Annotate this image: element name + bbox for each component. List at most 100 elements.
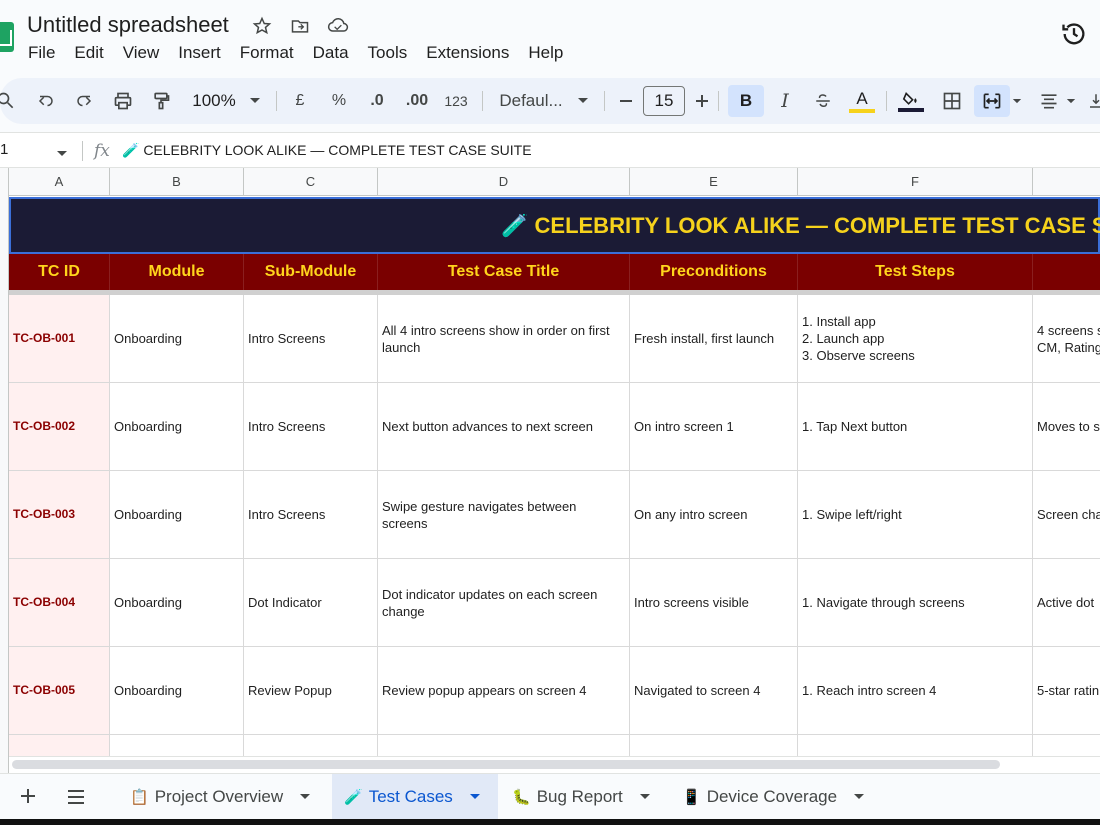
cell-tc-id[interactable]: TC-OB-002 — [9, 383, 110, 470]
column-header-d[interactable]: D — [378, 168, 630, 196]
cell-tc-id[interactable]: TC-OB-003 — [9, 471, 110, 558]
cell-module[interactable]: Onboarding — [110, 647, 244, 734]
text-color-button[interactable]: A — [846, 85, 878, 117]
column-header-b[interactable]: B — [110, 168, 244, 196]
header-preconditions[interactable]: Preconditions — [630, 254, 798, 290]
sheet-tab-project-overview[interactable]: 📋 Project Overview — [118, 774, 328, 820]
cell-sub-module[interactable]: Intro Screens — [244, 295, 378, 382]
cell-tc-id[interactable]: TC-OB-005 — [9, 647, 110, 734]
name-box[interactable]: 1 — [0, 141, 8, 158]
cell-title[interactable]: Next button advances to next screen — [378, 383, 630, 470]
bold-button[interactable]: B — [728, 85, 764, 117]
sheet-tab-bug-report[interactable]: 🐛 Bug Report — [500, 774, 666, 820]
cell-expected[interactable]: Moves to s — [1033, 383, 1100, 470]
header-test-case-title[interactable]: Test Case Title — [378, 254, 630, 290]
cell-tc-id[interactable]: TC-OB-001 — [9, 295, 110, 382]
cell-module[interactable] — [110, 735, 244, 756]
cell-preconditions[interactable]: Navigated to screen 4 — [630, 647, 798, 734]
column-header-a[interactable]: A — [9, 168, 110, 196]
cell-sub-module[interactable]: Dot Indicator — [244, 559, 378, 646]
menu-format[interactable]: Format — [240, 43, 303, 63]
horizontal-scrollbar-thumb[interactable] — [12, 760, 1000, 769]
name-box-caret-icon[interactable] — [56, 145, 68, 163]
more-formats-button[interactable]: 123 — [442, 85, 470, 117]
zoom-select[interactable]: 100% — [190, 85, 238, 117]
cloud-status-icon[interactable] — [326, 14, 350, 38]
borders-icon[interactable] — [938, 85, 966, 117]
fill-color-icon[interactable] — [896, 85, 926, 117]
menu-file[interactable]: File — [28, 43, 64, 63]
sheet-tab-caret-icon[interactable] — [469, 793, 481, 801]
percent-format-button[interactable]: % — [328, 85, 350, 117]
cell-tc-id[interactable] — [9, 735, 110, 756]
title-banner-cell[interactable]: 🧪 CELEBRITY LOOK ALIKE — COMPLETE TEST C… — [9, 197, 1100, 254]
font-size-input[interactable]: 15 — [642, 85, 686, 117]
align-caret-icon[interactable] — [1064, 85, 1078, 117]
column-header-f[interactable]: F — [798, 168, 1033, 196]
menu-help[interactable]: Help — [528, 43, 572, 63]
header-expected[interactable] — [1033, 254, 1100, 290]
sheet-tab-caret-icon[interactable] — [299, 793, 311, 801]
cell-title[interactable]: Swipe gesture navigates between screens — [378, 471, 630, 558]
merge-caret-icon[interactable] — [1010, 85, 1024, 117]
cell-module[interactable]: Onboarding — [110, 295, 244, 382]
spreadsheet-grid[interactable]: A B C D E F 🧪 CELEBRITY LOOK ALIKE — COM… — [0, 168, 1100, 773]
cell-expected[interactable]: 4 screens s CM, Rating — [1033, 295, 1100, 382]
version-history-icon[interactable] — [1060, 20, 1088, 48]
cell-test-steps[interactable] — [798, 735, 1033, 756]
menu-tools[interactable]: Tools — [368, 43, 417, 63]
cell-module[interactable]: Onboarding — [110, 383, 244, 470]
cell-expected[interactable]: Active dot — [1033, 559, 1100, 646]
cell-preconditions[interactable]: Fresh install, first launch — [630, 295, 798, 382]
currency-format-button[interactable]: £ — [290, 85, 310, 117]
merge-cells-icon[interactable] — [974, 85, 1010, 117]
formula-input[interactable]: 🧪 CELEBRITY LOOK ALIKE — COMPLETE TEST C… — [122, 142, 532, 159]
star-icon[interactable] — [250, 14, 274, 38]
cell-sub-module[interactable]: Intro Screens — [244, 471, 378, 558]
column-header-e[interactable]: E — [630, 168, 798, 196]
header-test-steps[interactable]: Test Steps — [798, 254, 1033, 290]
menu-edit[interactable]: Edit — [74, 43, 112, 63]
strikethrough-icon[interactable] — [810, 85, 836, 117]
cell-test-steps[interactable]: 1. Install app 2. Launch app 3. Observe … — [798, 295, 1033, 382]
sheet-tab-device-coverage[interactable]: 📱 Device Coverage — [670, 774, 880, 820]
menu-data[interactable]: Data — [313, 43, 358, 63]
cell-preconditions[interactable] — [630, 735, 798, 756]
vertical-align-icon[interactable] — [1086, 85, 1100, 117]
sheets-logo-icon[interactable] — [0, 22, 14, 52]
print-icon[interactable] — [110, 85, 136, 117]
cell-preconditions[interactable]: Intro screens visible — [630, 559, 798, 646]
increase-font-size-icon[interactable] — [690, 85, 714, 117]
cell-tc-id[interactable]: TC-OB-004 — [9, 559, 110, 646]
cell-expected[interactable]: Screen cha — [1033, 471, 1100, 558]
cell-preconditions[interactable]: On intro screen 1 — [630, 383, 798, 470]
font-caret-icon[interactable] — [574, 85, 592, 117]
all-sheets-menu-icon[interactable] — [66, 788, 86, 811]
cell-test-steps[interactable]: 1. Reach intro screen 4 — [798, 647, 1033, 734]
decrease-font-size-icon[interactable] — [614, 85, 638, 117]
cell-expected[interactable]: 5-star ratin — [1033, 647, 1100, 734]
cell-test-steps[interactable]: 1. Navigate through screens — [798, 559, 1033, 646]
row-header-gutter[interactable] — [0, 168, 9, 773]
move-folder-icon[interactable] — [288, 14, 312, 38]
add-sheet-icon[interactable] — [18, 786, 38, 811]
sheet-tab-test-cases[interactable]: 🧪 Test Cases — [332, 774, 498, 820]
cell-test-steps[interactable]: 1. Tap Next button — [798, 383, 1033, 470]
cell-sub-module[interactable] — [244, 735, 378, 756]
sheet-tab-caret-icon[interactable] — [853, 793, 865, 801]
menu-insert[interactable]: Insert — [178, 43, 230, 63]
cell-sub-module[interactable]: Review Popup — [244, 647, 378, 734]
decrease-decimal-button[interactable]: .0 — [364, 85, 390, 117]
sheet-tab-caret-icon[interactable] — [639, 793, 651, 801]
search-icon[interactable] — [0, 85, 18, 117]
cell-preconditions[interactable]: On any intro screen — [630, 471, 798, 558]
undo-icon[interactable] — [34, 85, 58, 117]
font-family-select[interactable]: Defaul... — [494, 85, 568, 117]
cell-test-steps[interactable]: 1. Swipe left/right — [798, 471, 1033, 558]
menu-extensions[interactable]: Extensions — [426, 43, 518, 63]
cell-title[interactable]: Dot indicator updates on each screen cha… — [378, 559, 630, 646]
cell-title[interactable] — [378, 735, 630, 756]
header-sub-module[interactable]: Sub-Module — [244, 254, 378, 290]
redo-icon[interactable] — [72, 85, 96, 117]
paint-format-icon[interactable] — [148, 85, 174, 117]
